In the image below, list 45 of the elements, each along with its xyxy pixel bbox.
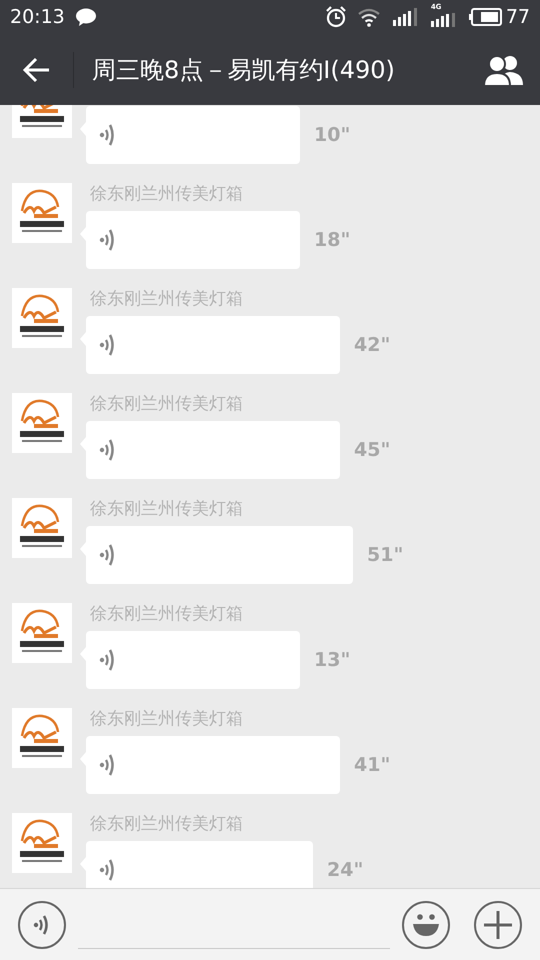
voice-message-bubble[interactable] [80,421,340,479]
voice-duration: 42" [354,332,390,358]
plus-icon [483,910,513,940]
chat-title: 周三晚8点－易凯有约I(490) [92,54,395,86]
sender-name: 徐东刚兰州传美灯箱 [90,603,243,625]
sender-name: 徐东刚兰州传美灯箱 [90,183,243,205]
avatar-logo-icon [12,393,72,453]
back-arrow-icon [22,56,50,82]
voice-duration: 41" [354,752,390,778]
voice-duration: 18" [314,228,350,253]
alarm-icon [324,6,347,28]
battery-level: 77 [506,4,530,30]
sender-name: 徐东刚兰州传美灯箱 [90,393,243,415]
sender-name: 徐东刚兰州传美灯箱 [90,813,243,835]
chat-bubble-icon [74,7,97,27]
voice-input-button[interactable] [18,900,66,948]
sender-name: 徐东刚兰州传美灯箱 [90,708,243,730]
more-button[interactable] [474,900,522,948]
avatar-logo-icon [12,183,72,243]
voice-message-bubble[interactable] [80,736,340,794]
voice-message-bubble[interactable] [80,631,300,689]
emoji-button[interactable] [402,900,450,948]
avatar-logo-icon [12,708,72,768]
voice-message-bubble[interactable] [80,526,353,584]
voice-duration: 45" [354,438,390,463]
avatar-logo-icon [12,288,72,348]
battery-icon [468,8,503,26]
sender-name: 徐东刚兰州传美灯箱 [90,288,243,310]
status-time: 20:13 [10,4,65,30]
sender-name: 徐东刚兰州传美灯箱 [90,498,243,520]
voice-message-bubble[interactable] [80,106,300,164]
signal-icon [392,8,419,26]
avatar-logo-icon [12,498,72,558]
wifi-icon [356,7,381,27]
voice-duration: 24" [327,858,364,883]
group-icon [483,54,525,86]
voice-message-bubble[interactable] [80,211,300,269]
voice-duration: 51" [367,542,404,568]
smiley-icon [411,912,441,938]
voice-duration: 13" [314,648,350,673]
voice-duration: 10" [314,122,350,148]
avatar-logo-icon [12,813,72,873]
voice-message-bubble[interactable] [80,841,313,888]
voice-message-bubble[interactable] [80,316,340,374]
avatar-logo-icon [12,603,72,663]
